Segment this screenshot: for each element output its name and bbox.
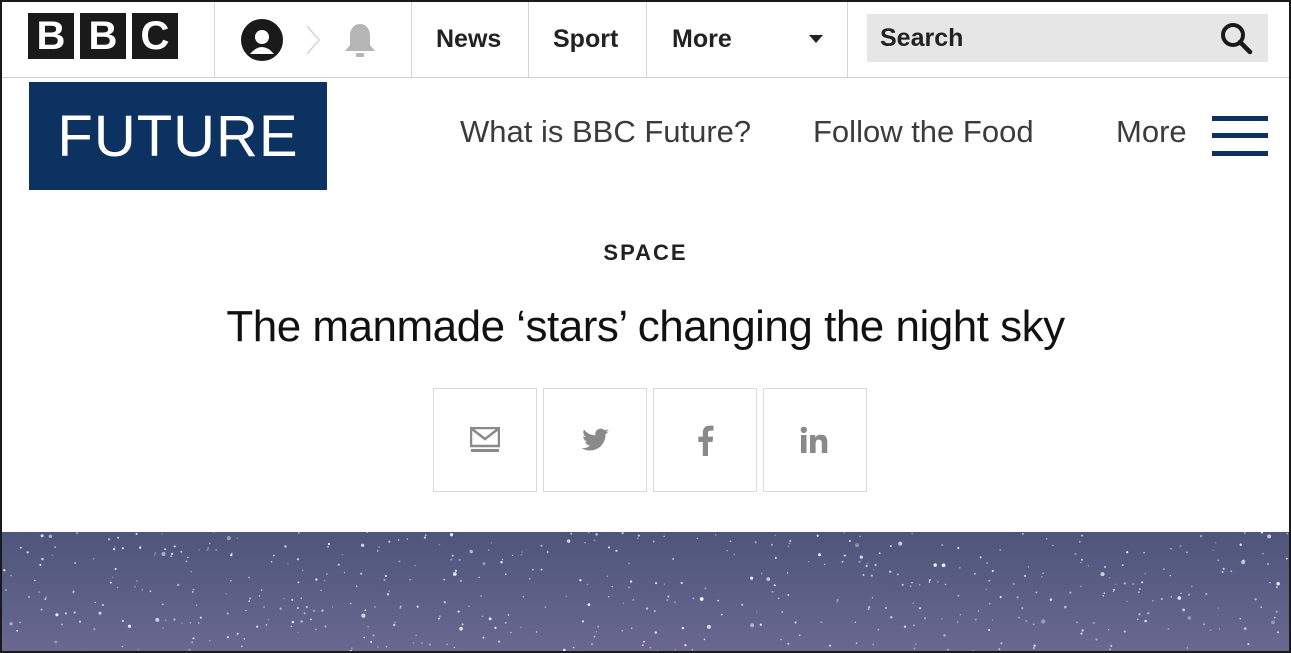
section-link-what-is-bbc-future[interactable]: What is BBC Future? <box>460 114 751 150</box>
section-more-label[interactable]: More <box>1116 114 1187 150</box>
nav-link-sport[interactable]: Sport <box>553 2 618 77</box>
bbc-logo[interactable]: B B C <box>28 13 178 59</box>
share-twitter-button[interactable] <box>543 388 647 492</box>
caret-down-icon[interactable] <box>809 35 823 43</box>
bbc-logo-letter: B <box>28 13 74 59</box>
nav-divider <box>646 2 647 77</box>
nav-link-more[interactable]: More <box>672 2 732 77</box>
account-icon <box>241 18 283 61</box>
star-field <box>3 532 1288 651</box>
email-icon <box>470 427 500 452</box>
bell-icon <box>345 23 375 57</box>
nav-divider <box>847 2 848 77</box>
page-frame: B B C News Sport More Search FUTURE What… <box>0 0 1291 653</box>
share-buttons <box>433 388 867 492</box>
article-category[interactable]: SPACE <box>2 240 1289 266</box>
share-facebook-button[interactable] <box>653 388 757 492</box>
hamburger-icon[interactable] <box>1212 116 1268 158</box>
starry-sky-image <box>2 532 1289 651</box>
share-linkedin-button[interactable] <box>763 388 867 492</box>
share-email-button[interactable] <box>433 388 537 492</box>
twitter-icon <box>581 428 609 451</box>
nav-link-news[interactable]: News <box>436 2 501 77</box>
search-input[interactable]: Search <box>867 14 1268 62</box>
notifications-button[interactable] <box>309 2 411 77</box>
bbc-logo-letter: B <box>80 13 126 59</box>
bbc-logo-letter: C <box>132 13 178 59</box>
nav-divider <box>528 2 529 77</box>
search-placeholder: Search <box>880 23 964 52</box>
global-navigation-bar: B B C News Sport More Search <box>2 2 1289 78</box>
future-logo[interactable]: FUTURE <box>29 82 327 190</box>
section-link-follow-the-food[interactable]: Follow the Food <box>813 114 1034 150</box>
nav-divider <box>411 2 412 77</box>
article-headline: The manmade ‘stars’ changing the night s… <box>226 302 1065 351</box>
account-button[interactable] <box>215 2 309 77</box>
linkedin-icon <box>800 426 828 453</box>
facebook-icon <box>698 425 714 456</box>
search-icon[interactable] <box>1216 18 1256 58</box>
